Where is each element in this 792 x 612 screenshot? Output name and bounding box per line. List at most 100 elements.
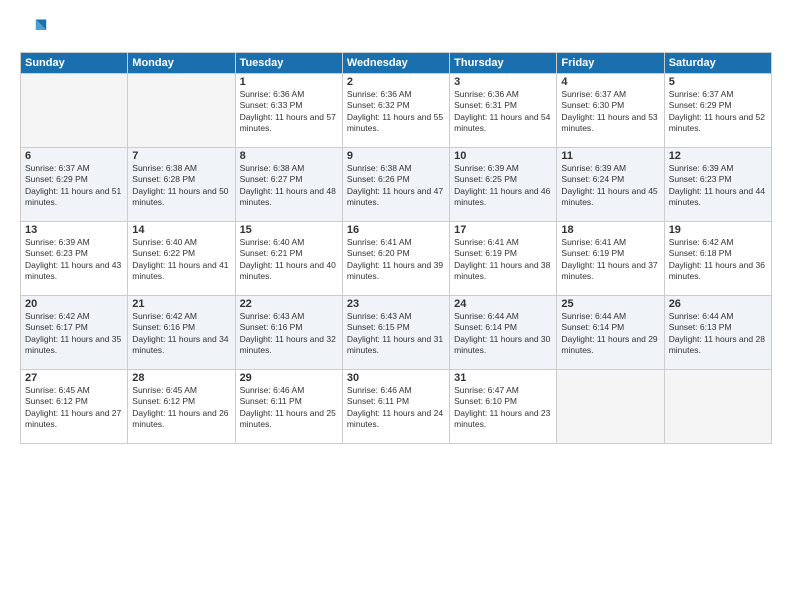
weekday-header: Monday [128, 53, 235, 74]
calendar-cell: 16Sunrise: 6:41 AM Sunset: 6:20 PM Dayli… [342, 222, 449, 296]
calendar-cell: 2Sunrise: 6:36 AM Sunset: 6:32 PM Daylig… [342, 74, 449, 148]
calendar-cell: 17Sunrise: 6:41 AM Sunset: 6:19 PM Dayli… [450, 222, 557, 296]
calendar-cell: 6Sunrise: 6:37 AM Sunset: 6:29 PM Daylig… [21, 148, 128, 222]
day-number: 30 [347, 372, 445, 384]
day-info: Sunrise: 6:43 AM Sunset: 6:16 PM Dayligh… [240, 311, 338, 357]
day-number: 21 [132, 298, 230, 310]
day-number: 19 [669, 224, 767, 236]
logo [20, 16, 52, 44]
calendar: SundayMondayTuesdayWednesdayThursdayFrid… [20, 52, 772, 444]
day-info: Sunrise: 6:47 AM Sunset: 6:10 PM Dayligh… [454, 385, 552, 431]
day-number: 5 [669, 76, 767, 88]
calendar-cell: 4Sunrise: 6:37 AM Sunset: 6:30 PM Daylig… [557, 74, 664, 148]
calendar-cell: 15Sunrise: 6:40 AM Sunset: 6:21 PM Dayli… [235, 222, 342, 296]
day-number: 25 [561, 298, 659, 310]
day-number: 27 [25, 372, 123, 384]
calendar-cell: 29Sunrise: 6:46 AM Sunset: 6:11 PM Dayli… [235, 370, 342, 444]
calendar-cell: 21Sunrise: 6:42 AM Sunset: 6:16 PM Dayli… [128, 296, 235, 370]
day-number: 4 [561, 76, 659, 88]
day-info: Sunrise: 6:38 AM Sunset: 6:27 PM Dayligh… [240, 163, 338, 209]
day-info: Sunrise: 6:39 AM Sunset: 6:24 PM Dayligh… [561, 163, 659, 209]
calendar-cell: 28Sunrise: 6:45 AM Sunset: 6:12 PM Dayli… [128, 370, 235, 444]
calendar-cell: 3Sunrise: 6:36 AM Sunset: 6:31 PM Daylig… [450, 74, 557, 148]
calendar-cell: 24Sunrise: 6:44 AM Sunset: 6:14 PM Dayli… [450, 296, 557, 370]
day-info: Sunrise: 6:40 AM Sunset: 6:22 PM Dayligh… [132, 237, 230, 283]
day-number: 16 [347, 224, 445, 236]
calendar-week-row: 20Sunrise: 6:42 AM Sunset: 6:17 PM Dayli… [21, 296, 772, 370]
calendar-cell [664, 370, 771, 444]
calendar-cell: 26Sunrise: 6:44 AM Sunset: 6:13 PM Dayli… [664, 296, 771, 370]
day-info: Sunrise: 6:44 AM Sunset: 6:14 PM Dayligh… [454, 311, 552, 357]
day-info: Sunrise: 6:42 AM Sunset: 6:16 PM Dayligh… [132, 311, 230, 357]
day-number: 17 [454, 224, 552, 236]
calendar-cell: 20Sunrise: 6:42 AM Sunset: 6:17 PM Dayli… [21, 296, 128, 370]
page-header [20, 16, 772, 44]
day-info: Sunrise: 6:43 AM Sunset: 6:15 PM Dayligh… [347, 311, 445, 357]
day-number: 8 [240, 150, 338, 162]
day-info: Sunrise: 6:39 AM Sunset: 6:23 PM Dayligh… [25, 237, 123, 283]
day-number: 24 [454, 298, 552, 310]
calendar-week-row: 1Sunrise: 6:36 AM Sunset: 6:33 PM Daylig… [21, 74, 772, 148]
calendar-cell [557, 370, 664, 444]
day-number: 31 [454, 372, 552, 384]
calendar-cell: 13Sunrise: 6:39 AM Sunset: 6:23 PM Dayli… [21, 222, 128, 296]
calendar-week-row: 13Sunrise: 6:39 AM Sunset: 6:23 PM Dayli… [21, 222, 772, 296]
day-info: Sunrise: 6:45 AM Sunset: 6:12 PM Dayligh… [25, 385, 123, 431]
day-number: 3 [454, 76, 552, 88]
calendar-cell [128, 74, 235, 148]
day-number: 7 [132, 150, 230, 162]
day-info: Sunrise: 6:46 AM Sunset: 6:11 PM Dayligh… [240, 385, 338, 431]
day-info: Sunrise: 6:38 AM Sunset: 6:28 PM Dayligh… [132, 163, 230, 209]
day-info: Sunrise: 6:37 AM Sunset: 6:29 PM Dayligh… [25, 163, 123, 209]
calendar-cell: 7Sunrise: 6:38 AM Sunset: 6:28 PM Daylig… [128, 148, 235, 222]
day-number: 10 [454, 150, 552, 162]
day-info: Sunrise: 6:44 AM Sunset: 6:14 PM Dayligh… [561, 311, 659, 357]
day-number: 15 [240, 224, 338, 236]
day-number: 29 [240, 372, 338, 384]
day-info: Sunrise: 6:41 AM Sunset: 6:19 PM Dayligh… [454, 237, 552, 283]
day-number: 23 [347, 298, 445, 310]
day-info: Sunrise: 6:42 AM Sunset: 6:17 PM Dayligh… [25, 311, 123, 357]
day-info: Sunrise: 6:39 AM Sunset: 6:25 PM Dayligh… [454, 163, 552, 209]
calendar-cell: 19Sunrise: 6:42 AM Sunset: 6:18 PM Dayli… [664, 222, 771, 296]
day-number: 14 [132, 224, 230, 236]
calendar-cell: 11Sunrise: 6:39 AM Sunset: 6:24 PM Dayli… [557, 148, 664, 222]
day-info: Sunrise: 6:40 AM Sunset: 6:21 PM Dayligh… [240, 237, 338, 283]
day-info: Sunrise: 6:46 AM Sunset: 6:11 PM Dayligh… [347, 385, 445, 431]
calendar-cell: 9Sunrise: 6:38 AM Sunset: 6:26 PM Daylig… [342, 148, 449, 222]
weekday-header: Wednesday [342, 53, 449, 74]
day-number: 22 [240, 298, 338, 310]
day-number: 1 [240, 76, 338, 88]
calendar-cell: 1Sunrise: 6:36 AM Sunset: 6:33 PM Daylig… [235, 74, 342, 148]
day-number: 28 [132, 372, 230, 384]
calendar-header-row: SundayMondayTuesdayWednesdayThursdayFrid… [21, 53, 772, 74]
day-info: Sunrise: 6:36 AM Sunset: 6:33 PM Dayligh… [240, 89, 338, 135]
calendar-week-row: 27Sunrise: 6:45 AM Sunset: 6:12 PM Dayli… [21, 370, 772, 444]
calendar-cell: 12Sunrise: 6:39 AM Sunset: 6:23 PM Dayli… [664, 148, 771, 222]
calendar-cell: 8Sunrise: 6:38 AM Sunset: 6:27 PM Daylig… [235, 148, 342, 222]
calendar-cell: 14Sunrise: 6:40 AM Sunset: 6:22 PM Dayli… [128, 222, 235, 296]
day-info: Sunrise: 6:37 AM Sunset: 6:29 PM Dayligh… [669, 89, 767, 135]
calendar-week-row: 6Sunrise: 6:37 AM Sunset: 6:29 PM Daylig… [21, 148, 772, 222]
calendar-cell: 18Sunrise: 6:41 AM Sunset: 6:19 PM Dayli… [557, 222, 664, 296]
day-info: Sunrise: 6:42 AM Sunset: 6:18 PM Dayligh… [669, 237, 767, 283]
day-info: Sunrise: 6:38 AM Sunset: 6:26 PM Dayligh… [347, 163, 445, 209]
weekday-header: Saturday [664, 53, 771, 74]
day-number: 18 [561, 224, 659, 236]
day-number: 11 [561, 150, 659, 162]
calendar-cell: 22Sunrise: 6:43 AM Sunset: 6:16 PM Dayli… [235, 296, 342, 370]
calendar-cell: 30Sunrise: 6:46 AM Sunset: 6:11 PM Dayli… [342, 370, 449, 444]
day-info: Sunrise: 6:39 AM Sunset: 6:23 PM Dayligh… [669, 163, 767, 209]
calendar-cell: 5Sunrise: 6:37 AM Sunset: 6:29 PM Daylig… [664, 74, 771, 148]
day-info: Sunrise: 6:36 AM Sunset: 6:31 PM Dayligh… [454, 89, 552, 135]
calendar-cell: 23Sunrise: 6:43 AM Sunset: 6:15 PM Dayli… [342, 296, 449, 370]
day-info: Sunrise: 6:44 AM Sunset: 6:13 PM Dayligh… [669, 311, 767, 357]
day-number: 9 [347, 150, 445, 162]
calendar-cell [21, 74, 128, 148]
weekday-header: Thursday [450, 53, 557, 74]
weekday-header: Friday [557, 53, 664, 74]
logo-icon [20, 16, 48, 44]
day-number: 2 [347, 76, 445, 88]
calendar-cell: 27Sunrise: 6:45 AM Sunset: 6:12 PM Dayli… [21, 370, 128, 444]
weekday-header: Tuesday [235, 53, 342, 74]
